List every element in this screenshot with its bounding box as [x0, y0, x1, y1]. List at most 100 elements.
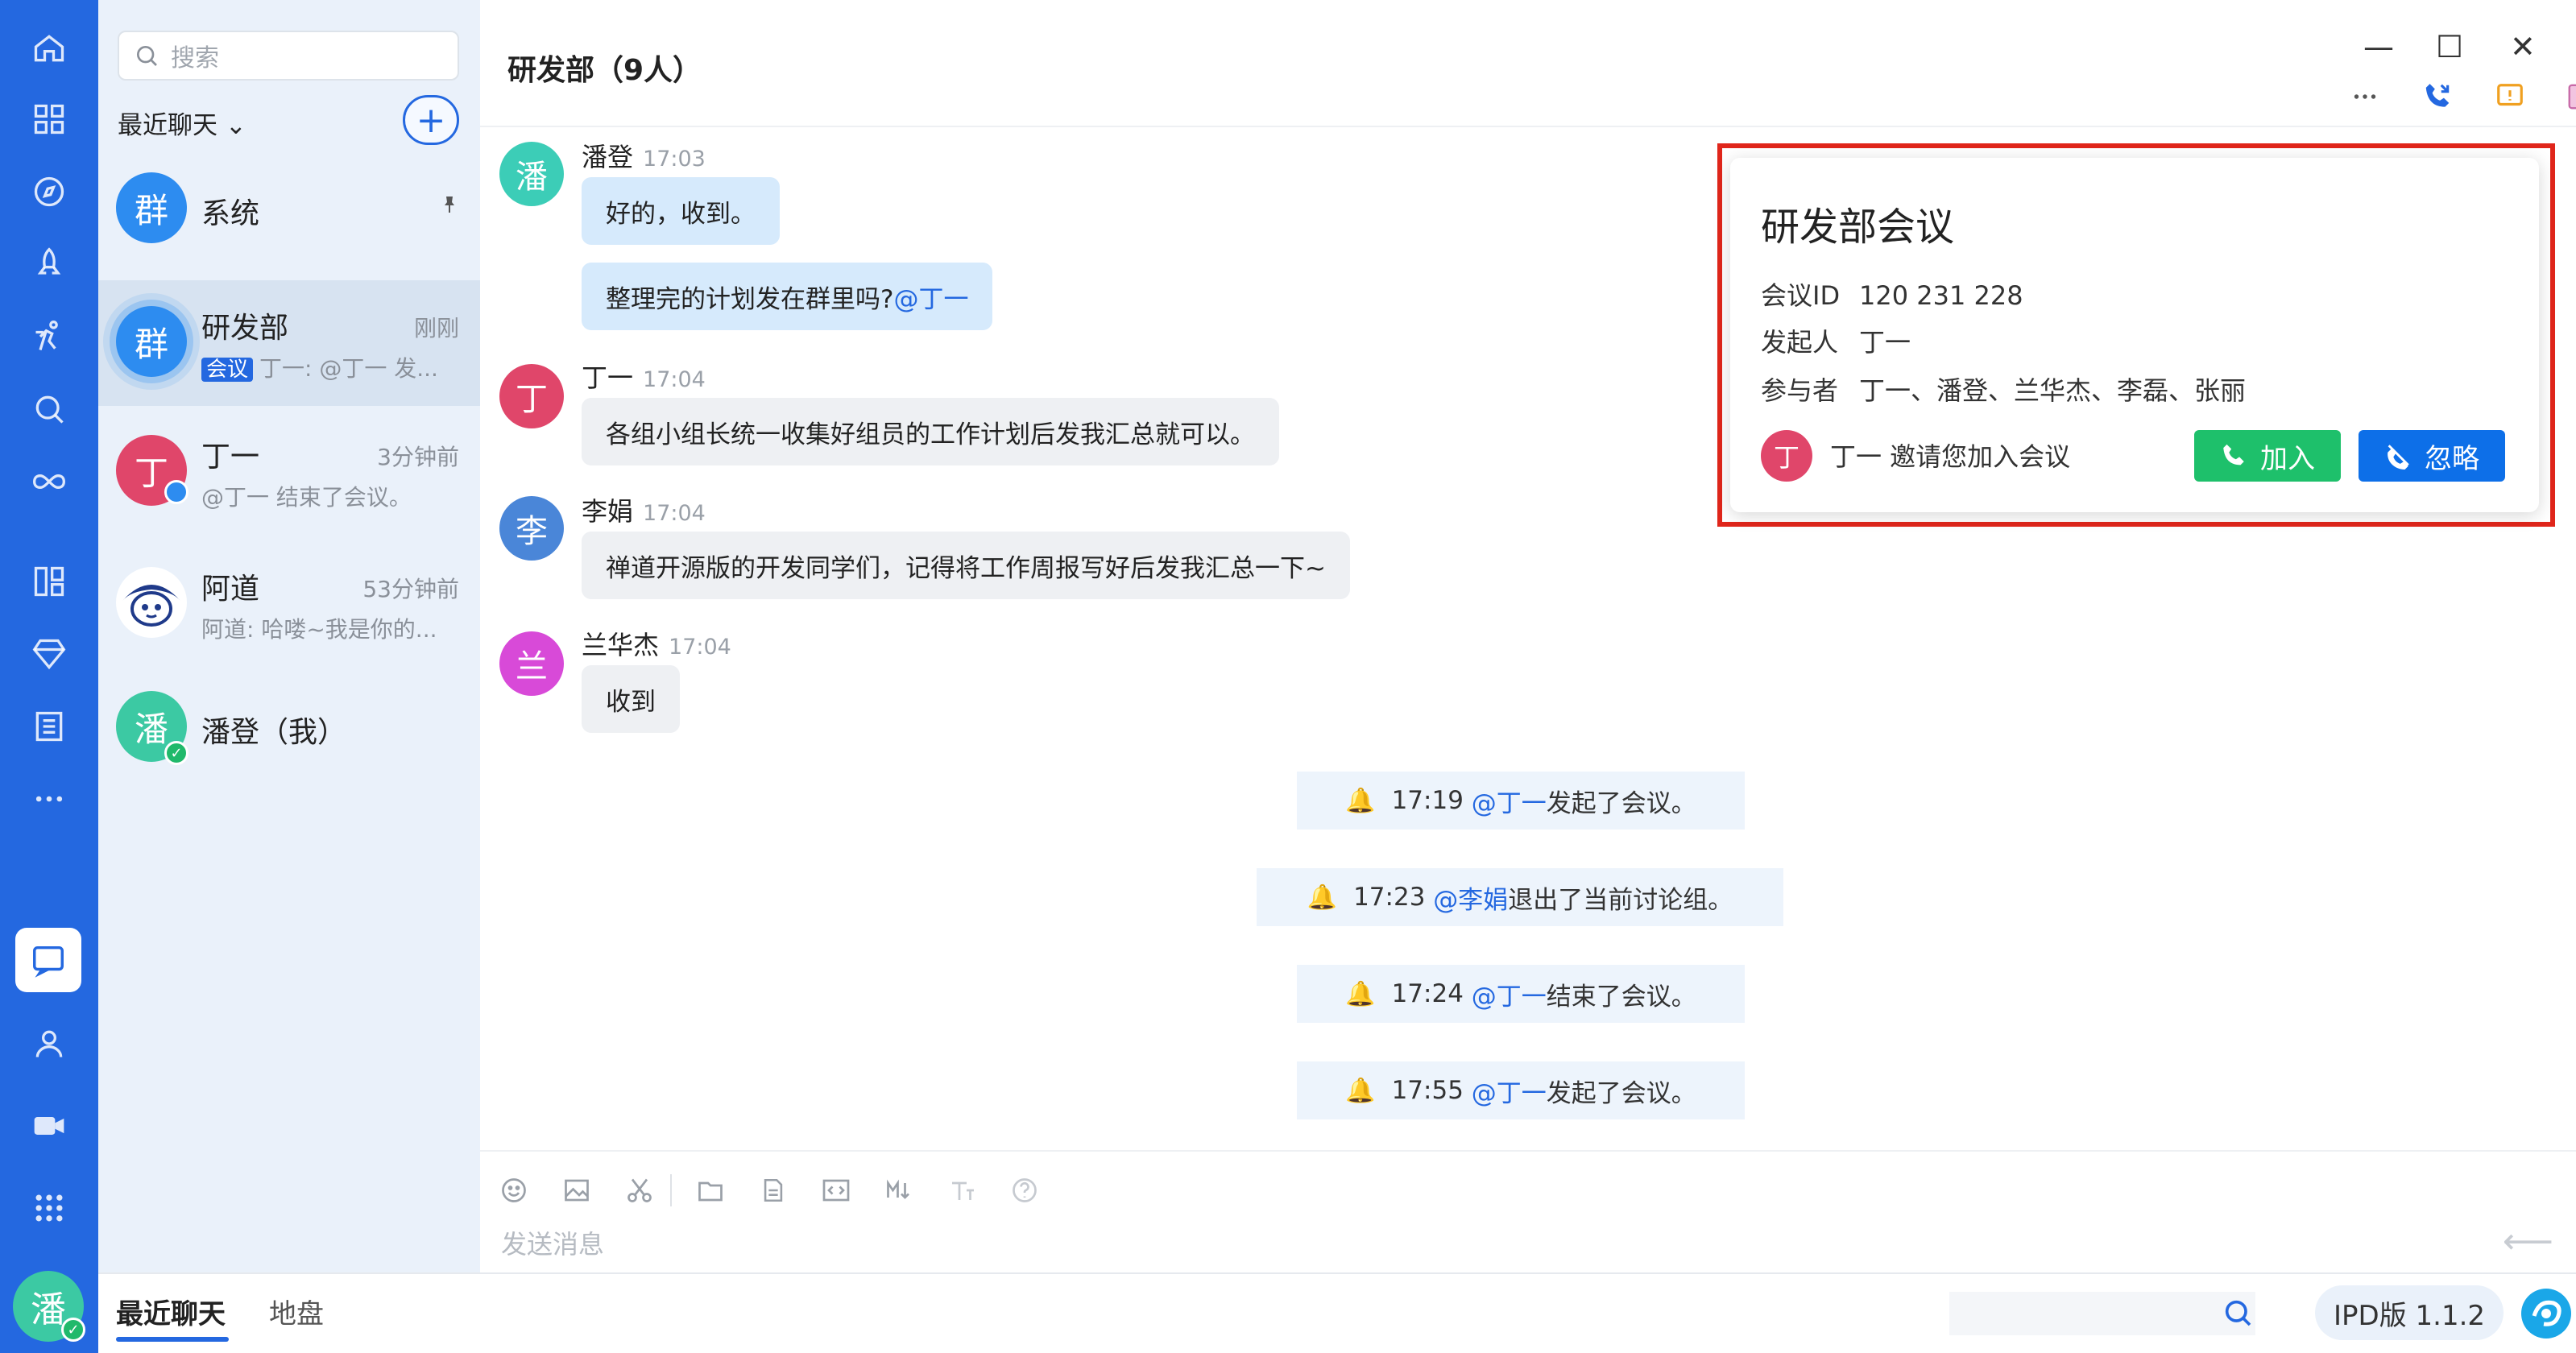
conversation-list: 搜索 最近聊天 ⌄ + 群 系统 群 研发部 刚刚 会议 丁一: @丁一 发...… — [98, 0, 480, 1272]
message-bubble[interactable]: 禅道开源版的开发同学们，记得将工作周报写好后发我汇总一下~ — [582, 532, 1350, 599]
layout-icon[interactable] — [25, 557, 73, 606]
conversation-preview: @丁一 结束了会议。 — [201, 484, 412, 511]
contact-icon[interactable] — [25, 1020, 73, 1068]
chevron-down-icon: ⌄ — [225, 111, 246, 140]
code-icon[interactable] — [820, 1174, 852, 1206]
meeting-participants-row: 参与者 丁一、潘登、兰华杰、李磊、张丽 — [1761, 375, 2247, 406]
panel-icon[interactable] — [2565, 81, 2576, 113]
robot-avatar-icon — [116, 567, 187, 638]
device-badge-icon — [164, 480, 188, 504]
online-status-icon: ✓ — [61, 1318, 85, 1342]
scissors-icon[interactable] — [623, 1174, 656, 1206]
rocket-icon[interactable] — [25, 240, 73, 288]
message-sender: 兰华杰 17:04 — [582, 630, 731, 660]
mention-link[interactable]: @丁一 — [1472, 783, 1547, 819]
bell-icon: 🔔 — [1345, 786, 1376, 815]
mention-link[interactable]: @丁一 — [893, 279, 968, 315]
message-sender: 潘登 17:03 — [582, 142, 706, 172]
meeting-tag: 会议 — [201, 358, 254, 382]
alert-icon[interactable] — [2494, 81, 2526, 113]
message-bubble[interactable]: 整理完的计划发在群里吗? @丁一 — [582, 263, 993, 330]
conversation-item-dingyi[interactable]: 丁 丁一 3分钟前 @丁一 结束了会议。 — [98, 409, 480, 535]
text-format-icon[interactable] — [946, 1174, 978, 1206]
grid-icon[interactable] — [25, 1184, 73, 1232]
hangup-icon — [2388, 445, 2409, 470]
conversation-item-self[interactable]: 潘 ✓ 潘登（我） — [98, 665, 480, 791]
run-icon[interactable] — [25, 312, 73, 361]
invite-text: 丁一 邀请您加入会议 — [1830, 441, 2071, 472]
phone-icon[interactable] — [2421, 81, 2454, 113]
conversation-time: 刚刚 — [413, 315, 459, 341]
message-bubble[interactable]: 收到 — [582, 665, 680, 733]
image-icon[interactable] — [561, 1174, 593, 1206]
conversation-time: 3分钟前 — [377, 444, 459, 470]
search-icon[interactable] — [25, 385, 73, 433]
conversation-name: 丁一 — [201, 441, 260, 474]
brand-logo-icon[interactable] — [2521, 1289, 2571, 1339]
send-icon[interactable]: ⟵ — [2503, 1221, 2553, 1262]
meeting-id-row: 会议ID 120 231 228 — [1761, 280, 2023, 311]
conversation-name: 研发部 — [201, 312, 289, 345]
bell-icon: 🔔 — [1307, 883, 1338, 912]
system-message: 🔔 17:55 @丁一 发起了会议。 — [1297, 1061, 1745, 1119]
message-sender: 李娟 17:04 — [582, 496, 706, 527]
minimize-button[interactable]: — — [2363, 29, 2394, 64]
conversation-name: 系统 — [201, 197, 260, 230]
maximize-button[interactable]: ☐ — [2436, 29, 2463, 64]
bell-icon: 🔔 — [1345, 1076, 1376, 1105]
search-icon — [137, 46, 157, 66]
more-icon[interactable] — [25, 775, 73, 823]
mention-link[interactable]: @李娟 — [1433, 879, 1508, 916]
conversation-item-system[interactable]: 群 系统 — [98, 147, 480, 272]
help-icon[interactable] — [1008, 1174, 1041, 1206]
notes-icon[interactable] — [25, 702, 73, 751]
emoji-icon[interactable] — [498, 1174, 530, 1206]
folder-icon[interactable] — [694, 1174, 727, 1206]
conversation-time: 53分钟前 — [362, 576, 459, 602]
mention-link[interactable]: @丁一 — [1472, 976, 1547, 1012]
conversation-name: 阿道 — [201, 573, 260, 606]
message-composer: 发送消息 ⟵ — [480, 1150, 2576, 1272]
close-button[interactable]: ✕ — [2510, 29, 2536, 64]
bottom-bar: 最近聊天 地盘 IPD版 1.1.2 — [98, 1272, 2576, 1353]
avatar: 兰 — [499, 631, 564, 696]
conversation-item-adao[interactable]: 阿道 53分钟前 阿道: 哈喽~我是你的... — [98, 541, 480, 667]
ignore-meeting-button[interactable]: 忽略 — [2359, 430, 2505, 482]
bell-icon: 🔔 — [1345, 979, 1376, 1008]
search-icon[interactable] — [2222, 1297, 2254, 1332]
bottom-search-input[interactable] — [1949, 1292, 2255, 1335]
home-icon[interactable] — [25, 24, 73, 72]
join-meeting-button[interactable]: 加入 — [2194, 430, 2341, 482]
message-input[interactable]: 发送消息 — [501, 1224, 604, 1261]
recent-chats-dropdown[interactable]: 最近聊天 ⌄ — [118, 105, 246, 141]
avatar: 丁 — [1761, 430, 1812, 482]
version-badge[interactable]: IPD版 1.1.2 — [2315, 1285, 2504, 1340]
infinity-icon[interactable] — [25, 457, 73, 506]
tab-dashboard[interactable]: 地盘 — [269, 1292, 324, 1331]
phone-icon — [2223, 444, 2244, 465]
conversation-name: 潘登（我） — [201, 716, 347, 749]
apps-icon[interactable] — [25, 95, 73, 143]
discover-icon[interactable] — [25, 168, 73, 216]
conversation-item-rd[interactable]: 群 研发部 刚刚 会议 丁一: @丁一 发... — [98, 280, 480, 406]
chat-header: 研发部（9人） — ☐ ✕ — [480, 0, 2576, 127]
system-message: 🔔 17:19 @丁一 发起了会议。 — [1297, 772, 1745, 830]
search-input[interactable]: 搜索 — [118, 31, 459, 81]
message-bubble[interactable]: 好的，收到。 — [582, 177, 780, 245]
file-icon[interactable] — [757, 1174, 789, 1206]
avatar: 潘 — [499, 142, 564, 206]
mention-link[interactable]: @丁一 — [1472, 1073, 1547, 1109]
chat-icon[interactable] — [15, 928, 81, 992]
message-bubble[interactable]: 各组小组长统一收集好组员的工作计划后发我汇总就可以。 — [582, 398, 1279, 465]
online-status-icon: ✓ — [164, 741, 188, 765]
user-avatar[interactable]: 潘 ✓ — [13, 1271, 85, 1342]
markdown-icon[interactable] — [883, 1174, 915, 1206]
avatar: 李 — [499, 496, 564, 561]
meeting-invitation-card: 研发部会议 会议ID 120 231 228 发起人 丁一 参与者 丁一、潘登、兰华杰… — [1730, 158, 2539, 512]
meeting-title: 研发部会议 — [1761, 205, 1955, 250]
diamond-icon[interactable] — [25, 630, 73, 678]
video-icon[interactable] — [25, 1102, 73, 1150]
add-button[interactable]: + — [403, 95, 459, 145]
tab-recent-chats[interactable]: 最近聊天 — [116, 1292, 226, 1331]
more-icon[interactable] — [2349, 81, 2381, 113]
